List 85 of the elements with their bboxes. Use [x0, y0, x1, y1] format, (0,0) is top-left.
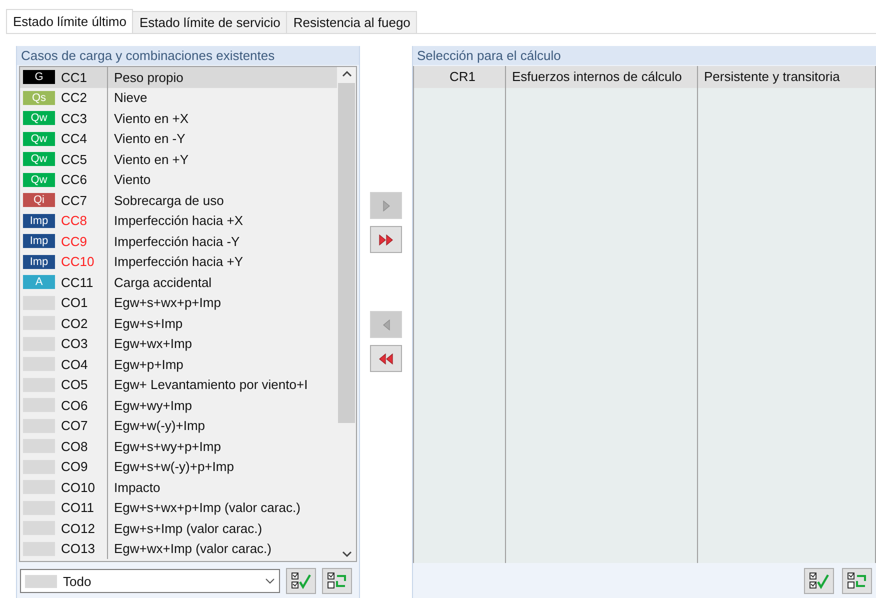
- case-id: CC5: [60, 152, 88, 167]
- category-tag: Imp: [23, 214, 55, 228]
- case-id: CO6: [60, 398, 89, 413]
- category-tag: A: [23, 275, 55, 290]
- load-case-row[interactable]: Qw CC4 Viento en -Y: [20, 128, 337, 149]
- toggle-selection-icon: [847, 572, 867, 590]
- case-id: CO3: [60, 336, 89, 352]
- load-case-row[interactable]: CO10 Impacto: [20, 477, 337, 498]
- tab[interactable]: Estado límite de servicio: [132, 11, 288, 33]
- category-tag: Imp: [23, 254, 55, 269]
- load-case-row[interactable]: Qs CC2 Nieve: [20, 88, 337, 108]
- category-tag: Imp: [23, 234, 55, 248]
- category-tag: Qi: [23, 193, 55, 208]
- case-id: CO7: [60, 418, 89, 434]
- load-case-row[interactable]: G CC1 Peso propio: [20, 67, 337, 88]
- arrow-icon: [382, 318, 390, 330]
- load-case-row[interactable]: CO7 Egw+w(-y)+Imp: [20, 416, 337, 436]
- case-id: CC8: [60, 213, 88, 228]
- filter-value: Todo: [63, 574, 92, 588]
- case-id: CO5: [60, 377, 89, 392]
- category-tag: Qw: [23, 132, 55, 146]
- panel-title: Casos de carga y combinaciones existentes: [17, 46, 359, 65]
- case-id: CC4: [60, 131, 88, 146]
- category-tag: Qw: [23, 152, 55, 166]
- panel-title: Selección para el cálculo: [413, 46, 876, 65]
- load-case-row[interactable]: Qw CC5 Viento en +Y: [20, 149, 337, 170]
- case-id: CC3: [60, 110, 88, 126]
- arrow-icon: [379, 234, 393, 246]
- load-case-row[interactable]: CO5 Egw+ Levantamiento por viento+I: [20, 374, 337, 395]
- arrow-icon: [379, 352, 393, 364]
- transfer-button[interactable]: [370, 345, 402, 372]
- load-case-row[interactable]: CO13 Egw+wx+Imp (valor carac.): [20, 538, 337, 559]
- load-case-row[interactable]: CO6 Egw+wy+Imp: [20, 395, 337, 416]
- load-case-row[interactable]: Imp CC8 Imperfección hacia +X: [20, 210, 337, 231]
- load-case-row[interactable]: CO1 Egw+s+wx+p+Imp: [20, 292, 337, 313]
- load-case-row[interactable]: CO2 Egw+s+Imp: [20, 313, 337, 334]
- load-case-row[interactable]: Qw CC6 Viento: [20, 170, 337, 190]
- case-id: CC9: [60, 234, 88, 249]
- filter-dropdown[interactable]: Todo: [20, 569, 280, 593]
- load-case-row[interactable]: CO9 Egw+s+w(-y)+p+Imp: [20, 456, 337, 477]
- case-id: CO4: [60, 356, 89, 372]
- load-case-row[interactable]: CO12 Egw+s+Imp (valor carac.): [20, 518, 337, 538]
- case-id: CO9: [60, 459, 89, 474]
- load-case-row[interactable]: CO4 Egw+p+Imp: [20, 354, 337, 374]
- caret-icon: [265, 578, 275, 584]
- toggle-selection-icon: [327, 572, 347, 590]
- case-id: CO1: [60, 295, 89, 310]
- category-tag: G: [23, 70, 55, 84]
- arrow-icon: [382, 200, 390, 212]
- transfer-button[interactable]: [370, 226, 402, 253]
- case-id: CO8: [60, 438, 89, 454]
- load-case-row[interactable]: A CC11 Carga accidental: [20, 272, 337, 292]
- tab[interactable]: Estado límite último: [6, 9, 134, 33]
- case-id: CC7: [60, 192, 88, 208]
- case-id: CO11: [60, 500, 95, 516]
- case-id: CC11: [60, 274, 94, 290]
- case-id: CO13: [60, 541, 96, 556]
- case-id: CC6: [60, 172, 88, 188]
- column-header: Esfuerzos internos de cálculo: [506, 66, 697, 88]
- scroll-thumb[interactable]: [338, 83, 355, 423]
- load-case-row[interactable]: CO8 Egw+s+wy+p+Imp: [20, 436, 337, 456]
- load-case-row[interactable]: Imp CC10 Imperfección hacia +Y: [20, 252, 337, 272]
- case-id: CO12: [60, 520, 96, 536]
- load-case-row[interactable]: Qi CC7 Sobrecarga de uso: [20, 190, 337, 210]
- case-id: CC10: [60, 254, 96, 270]
- check-all-icon: [291, 572, 311, 590]
- column-header: Persistente y transitoria: [698, 66, 875, 88]
- load-case-row[interactable]: Qw CC3 Viento en +X: [20, 108, 337, 128]
- load-case-row[interactable]: CO11 Egw+s+wx+p+Imp (valor carac.): [20, 498, 337, 518]
- case-id: CO10: [60, 480, 96, 495]
- load-case-row[interactable]: Imp CC9 Imperfección hacia -Y: [20, 231, 337, 252]
- invert-selection-button[interactable]: [842, 568, 872, 594]
- case-id: CO2: [60, 316, 89, 331]
- invert-selection-button[interactable]: [322, 568, 352, 594]
- load-case-row[interactable]: CO3 Egw+wx+Imp: [20, 334, 337, 354]
- category-tag: Qw: [23, 111, 55, 126]
- tab[interactable]: Resistencia al fuego: [286, 11, 418, 33]
- select-all-button[interactable]: [286, 568, 316, 594]
- select-all-button[interactable]: [804, 568, 834, 594]
- case-id: CC2: [60, 90, 88, 106]
- category-tag: Qs: [23, 90, 55, 105]
- case-id: CC1: [60, 70, 88, 85]
- check-all-icon: [809, 572, 829, 590]
- category-tag: Qw: [23, 172, 55, 187]
- column-header: CR1: [414, 66, 505, 88]
